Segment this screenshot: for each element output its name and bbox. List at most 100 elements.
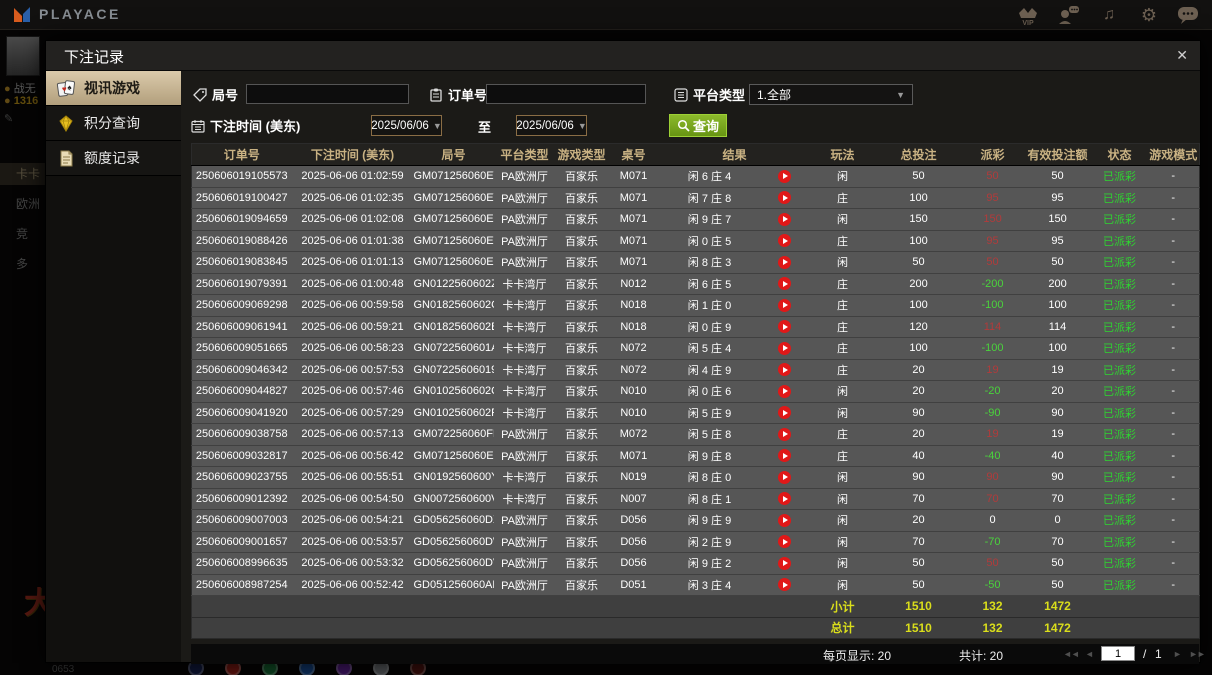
replay-play-icon[interactable] (778, 234, 791, 248)
cell-status: 已派彩 (1091, 445, 1148, 467)
sidebar-item-label: 额度记录 (84, 150, 140, 166)
replay-play-icon[interactable] (778, 535, 791, 549)
cell-payout: -50 (961, 574, 1024, 596)
cell-order: 250606009038758 (191, 423, 292, 446)
cell-table-no: N018 (607, 316, 660, 338)
search-button-label: 查询 (692, 119, 719, 134)
cell-game-mode: - (1147, 337, 1200, 360)
replay-play-icon[interactable] (778, 255, 791, 269)
col-round: 局号 (413, 143, 494, 166)
settings-gear-icon[interactable]: ⚙ (1136, 2, 1162, 28)
date-to-picker[interactable]: 2025/06/06 ▼ (516, 115, 587, 136)
replay-play-icon[interactable] (778, 470, 791, 484)
replay-play-icon[interactable] (778, 427, 791, 441)
first-page-icon[interactable]: ◄◄ (1063, 649, 1080, 659)
cell-status: 已派彩 (1091, 509, 1148, 532)
replay-play-icon[interactable] (778, 212, 791, 226)
cell-play: 闲 (809, 208, 876, 231)
cell-payout: 50 (961, 165, 1024, 188)
cell-payout: 19 (961, 423, 1024, 446)
replay-play-icon[interactable] (778, 578, 791, 592)
cell-payout: -40 (961, 445, 1024, 467)
cell-platform: 卡卡湾厅 (493, 337, 556, 360)
cell-game-type: 百家乐 (555, 273, 608, 295)
replay-play-icon[interactable] (778, 406, 791, 420)
replay-play-icon[interactable] (778, 384, 791, 398)
cell-play: 庄 (809, 337, 876, 360)
cell-payout: -100 (961, 294, 1024, 317)
replay-play-icon[interactable] (778, 363, 791, 377)
replay-play-icon[interactable] (778, 492, 791, 506)
support-agent-icon[interactable] (1056, 4, 1082, 26)
replay-play-icon[interactable] (778, 277, 791, 291)
next-page-icon[interactable]: ► (1173, 649, 1182, 659)
cell-payout: 19 (961, 359, 1024, 381)
col-platform: 平台类型 (493, 143, 556, 166)
cell-play: 闲 (809, 509, 876, 532)
replay-play-icon[interactable] (778, 556, 791, 570)
table-body: 250606019105573 2025-06-06 01:02:59 GM07… (191, 165, 1200, 596)
search-icon (677, 119, 690, 132)
cell-replay (759, 380, 810, 403)
cell-time: 2025-06-06 00:54:50 (291, 488, 414, 510)
cell-status: 已派彩 (1091, 380, 1148, 403)
cell-table-no: N018 (607, 294, 660, 317)
chat-bubble-icon[interactable] (1176, 4, 1202, 26)
page-input[interactable]: 1 (1101, 646, 1135, 661)
cell-result: 闲 6 庄 5 (659, 273, 760, 295)
cell-result: 闲 0 庄 6 (659, 380, 760, 403)
cell-order: 250606019079391 (191, 273, 292, 295)
per-page-label: 每页显示: 20 (823, 649, 892, 663)
cell-valid-bet: 70 (1023, 488, 1092, 510)
sidebar-item-video-games[interactable]: ♥ ♠ 视讯游戏 (46, 71, 189, 106)
cell-play: 庄 (809, 273, 876, 295)
cell-replay (759, 488, 810, 510)
sidebar-item-quota-records[interactable]: 额度记录 (46, 141, 181, 176)
sidebar-item-points-query[interactable]: 积分查询 (46, 106, 181, 141)
cell-game-type: 百家乐 (555, 187, 608, 209)
replay-play-icon[interactable] (778, 169, 791, 183)
replay-play-icon[interactable] (778, 449, 791, 463)
cell-round: GM072256060FR (413, 423, 494, 446)
cell-game-type: 百家乐 (555, 488, 608, 510)
replay-play-icon[interactable] (778, 320, 791, 334)
music-icon[interactable]: ♫ (1096, 2, 1122, 28)
order-input[interactable] (486, 84, 646, 104)
cell-game-mode: - (1147, 509, 1200, 532)
cell-game-type: 百家乐 (555, 445, 608, 467)
replay-play-icon[interactable] (778, 298, 791, 312)
brand-text: PLAYACE (39, 6, 121, 22)
cell-status: 已派彩 (1091, 552, 1148, 575)
cell-table-no: N007 (607, 488, 660, 510)
modal-content: 局号 订单号 平台类型 1.全部 ▼ 下注时间 (美东) 2025/06/06 … (181, 71, 1206, 664)
cell-time: 2025-06-06 01:02:08 (291, 208, 414, 231)
cell-game-mode: - (1147, 423, 1200, 446)
cell-round: GN07225606019 (413, 359, 494, 381)
cell-status: 已派彩 (1091, 531, 1148, 553)
cell-table-no: N012 (607, 273, 660, 295)
cell-total-bet: 20 (875, 509, 962, 532)
cell-play: 庄 (809, 187, 876, 209)
cell-table-no: M071 (607, 187, 660, 209)
close-icon[interactable]: ✕ (1176, 47, 1188, 64)
col-game-type: 游戏类型 (555, 143, 608, 166)
replay-play-icon[interactable] (778, 341, 791, 355)
calendar-icon (191, 119, 205, 133)
replay-play-icon[interactable] (778, 191, 791, 205)
last-page-icon[interactable]: ►► (1189, 649, 1206, 659)
cell-result: 闲 8 庄 0 (659, 466, 760, 489)
date-from-value: 2025/06/06 (371, 119, 429, 132)
round-input[interactable] (246, 84, 409, 104)
date-from-picker[interactable]: 2025/06/06 ▼ (371, 115, 442, 136)
platform-select[interactable]: 1.全部 ▼ (749, 84, 913, 105)
replay-play-icon[interactable] (778, 513, 791, 527)
search-button[interactable]: 查询 (669, 114, 727, 137)
brand[interactable]: PLAYACE (12, 4, 121, 24)
cell-platform: 卡卡湾厅 (493, 466, 556, 489)
cell-order: 250606008987254 (191, 574, 292, 596)
cell-table-no: D051 (607, 574, 660, 596)
prev-page-icon[interactable]: ◄ (1085, 649, 1094, 659)
cell-game-type: 百家乐 (555, 208, 608, 231)
cell-round: GD051256060AN (413, 574, 494, 596)
vip-crown-icon[interactable]: VIP (1016, 4, 1042, 26)
